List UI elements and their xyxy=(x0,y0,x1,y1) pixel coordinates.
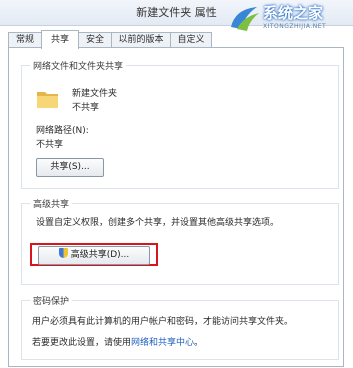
password-protection-group: 密码保护 用户必须具有此计算机的用户帐户和密码，才能访问共享文件夹。 若要更改此… xyxy=(21,294,339,360)
network-path-label: 网络路径(N): xyxy=(36,126,89,136)
share-button[interactable]: 共享(S)... xyxy=(36,158,104,177)
advanced-sharing-button[interactable]: 高级共享(D)... xyxy=(38,246,150,265)
folder-icon xyxy=(37,92,58,108)
tab-sharing[interactable]: 共享 xyxy=(41,30,79,49)
network-sharing-center-link[interactable]: 网络和共享中心 xyxy=(131,338,194,348)
shield-icon xyxy=(58,248,68,258)
advanced-sharing-description: 设置自定义权限，创建多个共享，并设置其他高级共享选项。 xyxy=(36,218,280,228)
network-sharing-group: 网络文件和文件夹共享 新建文件夹 不共享 网络路径(N): 不共享 共享(S).… xyxy=(21,59,339,189)
network-path-value: 不共享 xyxy=(36,140,64,150)
tab-general[interactable]: 常规 xyxy=(8,32,42,48)
password-protection-title: 密码保护 xyxy=(30,294,73,307)
share-status: 不共享 xyxy=(72,103,100,113)
change-text-suffix: 。 xyxy=(194,338,204,348)
change-text: 若要更改此设置，请使用 xyxy=(32,338,132,348)
watermark-logo-icon xyxy=(231,7,259,31)
sharing-panel: 网络文件和文件夹共享 新建文件夹 不共享 网络路径(N): 不共享 共享(S).… xyxy=(8,47,344,367)
advanced-sharing-button-label: 高级共享(D)... xyxy=(70,250,130,260)
watermark-text: 系统之家 xyxy=(263,4,324,22)
watermark: 系统之家 XITONGZHIJIA.NET xyxy=(223,0,353,40)
tab-customize[interactable]: 自定义 xyxy=(170,32,212,48)
advanced-sharing-title: 高级共享 xyxy=(30,197,73,210)
watermark-url: XITONGZHIJIA.NET xyxy=(263,23,327,30)
password-protection-description: 用户必须具有此计算机的用户帐户和密码，才能访问共享文件夹。 xyxy=(32,317,294,327)
tab-previous-versions[interactable]: 以前的版本 xyxy=(111,32,171,48)
network-sharing-title: 网络文件和文件夹共享 xyxy=(30,59,127,72)
tab-security[interactable]: 安全 xyxy=(78,32,112,48)
advanced-sharing-group: 高级共享 设置自定义权限，创建多个共享，并设置其他高级共享选项。 高级共享(D)… xyxy=(21,197,339,285)
folder-name: 新建文件夹 xyxy=(72,89,118,99)
password-protection-change-text: 若要更改此设置，请使用网络和共享中心。 xyxy=(32,335,203,348)
